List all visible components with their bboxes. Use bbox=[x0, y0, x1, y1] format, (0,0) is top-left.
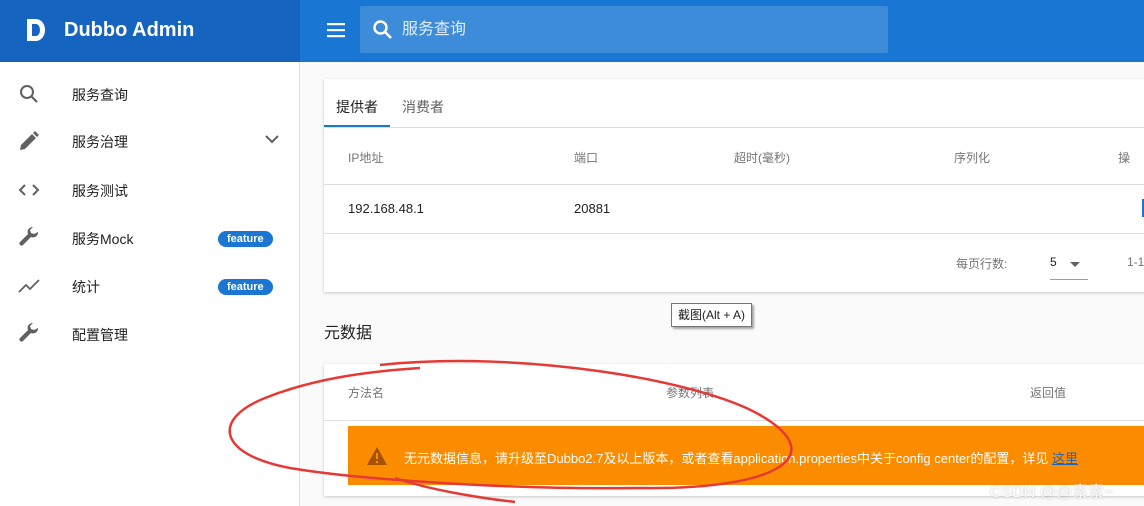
column-header-actions: 操 bbox=[1118, 151, 1131, 165]
screenshot-tooltip: 截图(Alt + A) bbox=[671, 303, 753, 327]
sidebar-item-service-mock[interactable]: 服务Mock feature bbox=[0, 214, 299, 262]
wrench-icon bbox=[19, 226, 39, 246]
divider bbox=[324, 127, 1144, 128]
column-header-return[interactable]: 返回值 bbox=[1030, 384, 1066, 401]
brand-bar: Dubbo Admin bbox=[0, 0, 300, 62]
divider bbox=[324, 233, 1144, 234]
code-icon bbox=[18, 184, 40, 196]
wrench-icon bbox=[19, 322, 39, 342]
rows-per-page-select[interactable]: 5 bbox=[1050, 251, 1088, 280]
column-header-timeout[interactable]: 超时(毫秒) bbox=[734, 149, 790, 166]
divider bbox=[324, 184, 1144, 185]
rows-per-page-label: 每页行数: bbox=[956, 257, 1008, 271]
alert-message: 无元数据信息，请升级至Dubbo2.7及以上版本，或者查看application… bbox=[404, 451, 1049, 466]
sidebar-item-label: 服务查询 bbox=[72, 87, 128, 103]
tab-consumers[interactable]: 消费者 bbox=[402, 97, 444, 117]
sidebar-item-label: 服务测试 bbox=[72, 183, 128, 199]
column-header-ip[interactable]: IP地址 bbox=[348, 149, 383, 166]
sidebar-item-service-governance[interactable]: 服务治理 bbox=[0, 117, 299, 165]
search-icon bbox=[20, 85, 38, 103]
trend-icon bbox=[18, 279, 40, 293]
metadata-title: 元数据 bbox=[324, 325, 373, 342]
table-cell-ip: 192.168.48.1 bbox=[348, 201, 424, 216]
app-bar bbox=[300, 0, 1144, 62]
column-header-serialization[interactable]: 序列化 bbox=[954, 149, 990, 166]
sidebar-item-service-query[interactable]: 服务查询 bbox=[0, 70, 299, 118]
rows-per-page-value: 5 bbox=[1050, 255, 1057, 269]
menu-icon[interactable] bbox=[325, 21, 347, 39]
sidebar-item-statistics[interactable]: 统计 feature bbox=[0, 262, 299, 310]
providers-card: 提供者 消费者 IP地址 端口 超时(毫秒) 序列化 操 192.168.48.… bbox=[324, 79, 1144, 292]
alert-details-link[interactable]: 这里 bbox=[1052, 451, 1078, 466]
feature-badge: feature bbox=[218, 279, 273, 295]
search-box[interactable] bbox=[360, 6, 888, 53]
search-icon bbox=[373, 20, 392, 39]
column-header-method[interactable]: 方法名 bbox=[348, 384, 384, 401]
divider bbox=[324, 420, 1144, 421]
table-cell-port: 20881 bbox=[574, 201, 611, 216]
chevron-down-icon[interactable] bbox=[262, 129, 282, 149]
sidebar-item-config-management[interactable]: 配置管理 bbox=[0, 310, 299, 358]
feature-badge: feature bbox=[218, 231, 273, 247]
metadata-warning-alert: 无元数据信息，请升级至Dubbo2.7及以上版本，或者查看application… bbox=[348, 426, 1144, 485]
sidebar: 服务查询 服务治理 服务测试 服务Mock feature 统计 feature bbox=[0, 62, 300, 506]
sidebar-item-service-test[interactable]: 服务测试 bbox=[0, 166, 299, 214]
warning-icon bbox=[367, 447, 387, 465]
watermark: CSDN @@素素~ bbox=[990, 484, 1114, 501]
dubbo-logo-icon bbox=[27, 19, 45, 41]
tab-providers[interactable]: 提供者 bbox=[336, 97, 378, 117]
column-header-params[interactable]: 参数列表 bbox=[666, 384, 714, 401]
column-header-port[interactable]: 端口 bbox=[574, 149, 598, 166]
sidebar-item-label: 服务Mock bbox=[72, 231, 134, 247]
sidebar-item-label: 配置管理 bbox=[72, 327, 128, 343]
pagination-range: 1-1 bbox=[1127, 255, 1144, 269]
app-title: Dubbo Admin bbox=[64, 19, 195, 41]
pencil-icon bbox=[20, 131, 39, 150]
dropdown-arrow-icon bbox=[1070, 262, 1080, 267]
sidebar-item-label: 服务治理 bbox=[72, 134, 128, 150]
sidebar-item-label: 统计 bbox=[72, 279, 100, 295]
search-input[interactable] bbox=[400, 16, 874, 44]
